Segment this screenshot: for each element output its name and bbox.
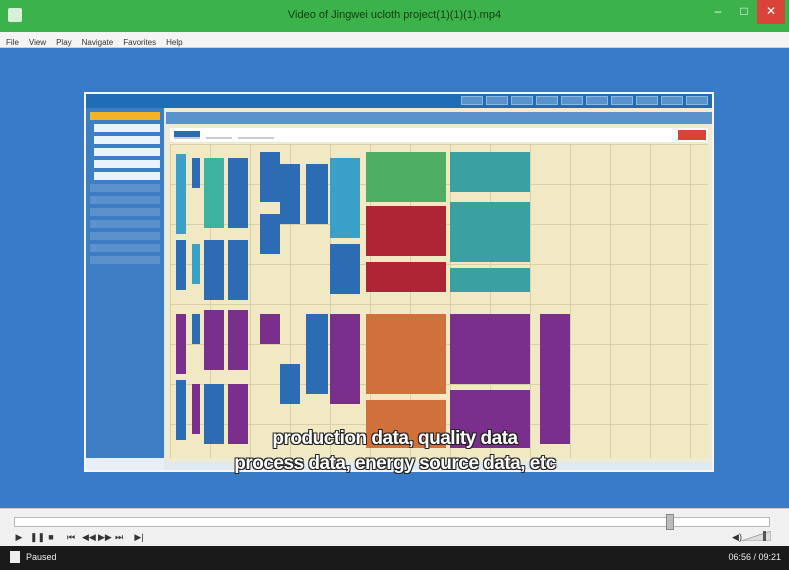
forward-button[interactable]: ▶▶ (98, 532, 112, 542)
video-tab (206, 131, 232, 139)
video-data-block (228, 310, 248, 370)
pause-button[interactable]: ❚❚ (30, 532, 45, 542)
video-data-grid (170, 144, 708, 458)
video-data-block (366, 206, 446, 256)
video-sidebar-item (90, 244, 160, 252)
video-data-block (260, 314, 280, 344)
video-app-sidebar (86, 108, 164, 462)
window-title: Video of Jingwei ucloth project(1)(1)(1)… (287, 9, 502, 21)
subtitle-line-2: process data, energy source data, etc (234, 453, 556, 474)
video-data-block (176, 314, 186, 374)
previous-button[interactable]: ⏮ (66, 532, 76, 542)
video-data-block (306, 164, 328, 224)
maximize-button[interactable]: □ (731, 0, 757, 24)
video-data-block (204, 158, 224, 228)
play-button[interactable]: ▶ (14, 532, 24, 542)
menu-file[interactable]: File (0, 35, 23, 47)
video-app-main (166, 108, 712, 462)
video-sidebar-item (90, 220, 160, 228)
playback-state: Paused (26, 552, 57, 562)
video-data-block (280, 364, 300, 404)
menu-bar: File View Play Navigate Favorites Help (0, 32, 789, 48)
video-sidebar-item (90, 208, 160, 216)
video-sidebar-item (94, 148, 160, 156)
video-sidebar-item (90, 256, 160, 264)
frame-step-button[interactable]: ▶| (134, 532, 144, 542)
video-nav-tab (486, 96, 508, 105)
video-data-block (260, 152, 280, 202)
video-nav-tab (561, 96, 583, 105)
stop-button[interactable]: ■ (46, 532, 56, 542)
video-main-tabs (170, 128, 708, 142)
status-bar: Paused 06:56 / 09:21 (0, 546, 789, 570)
seek-bar[interactable] (14, 514, 770, 530)
video-sidebar-item (90, 196, 160, 204)
video-data-block (260, 214, 280, 254)
video-data-block (330, 244, 360, 294)
video-data-block (330, 158, 360, 238)
next-button[interactable]: ⏭ (114, 532, 124, 542)
video-sidebar-item (94, 172, 160, 180)
video-frame-content (84, 92, 714, 472)
volume-slider[interactable] (741, 531, 771, 541)
seek-thumb[interactable] (666, 514, 674, 530)
video-data-block (306, 314, 328, 394)
video-sidebar-item (94, 136, 160, 144)
menu-view[interactable]: View (23, 35, 50, 47)
video-data-block (192, 158, 200, 188)
video-sidebar-item (90, 232, 160, 240)
player-controls: ▶ ❚❚ ■ ⏮ ◀◀ ▶▶ ⏭ ▶| ◀) (0, 508, 789, 546)
menu-play[interactable]: Play (50, 35, 76, 47)
video-nav-tab (461, 96, 483, 105)
video-nav-tab (661, 96, 683, 105)
video-data-block (450, 152, 530, 192)
video-sidebar-item (94, 124, 160, 132)
video-nav-tab (611, 96, 633, 105)
video-nav-tab (686, 96, 708, 105)
video-data-block (366, 262, 446, 292)
video-data-block (192, 244, 200, 284)
video-data-block (204, 310, 224, 370)
menu-navigate[interactable]: Navigate (76, 35, 118, 47)
video-data-block (450, 314, 530, 384)
video-data-block (176, 240, 186, 290)
subtitle-line-1: production data, quality data (272, 428, 518, 449)
video-sidebar-item (90, 112, 160, 120)
video-data-block (450, 202, 530, 262)
menu-help[interactable]: Help (160, 35, 186, 47)
video-nav-tab (586, 96, 608, 105)
video-data-block (192, 314, 200, 344)
video-data-block (192, 384, 200, 434)
video-nav-tab (636, 96, 658, 105)
video-nav-tab (536, 96, 558, 105)
minimize-button[interactable]: – (705, 0, 731, 24)
video-data-block (366, 314, 446, 394)
video-nav-tab (511, 96, 533, 105)
video-app-nav (461, 96, 708, 105)
video-data-block (366, 152, 446, 202)
video-sidebar-item (94, 160, 160, 168)
video-main-title-bar (166, 112, 712, 124)
video-data-block (204, 240, 224, 300)
video-app-header (86, 94, 712, 108)
video-sidebar-item (90, 184, 160, 192)
pause-status-icon (10, 551, 20, 563)
rewind-button[interactable]: ◀◀ (82, 532, 96, 542)
video-tab (238, 131, 274, 139)
video-display[interactable]: production data, quality data process da… (10, 50, 780, 508)
video-red-button (678, 130, 706, 140)
video-data-block (228, 158, 248, 228)
close-button[interactable]: ✕ (757, 0, 785, 24)
video-data-block (330, 314, 360, 404)
title-bar[interactable]: Video of Jingwei ucloth project(1)(1)(1)… (0, 0, 789, 32)
video-data-block (228, 240, 248, 300)
time-readout: 06:56 / 09:21 (728, 552, 781, 562)
menu-favorites[interactable]: Favorites (117, 35, 160, 47)
video-data-block (540, 314, 570, 444)
video-data-block (176, 154, 186, 234)
media-player-window: Video of Jingwei ucloth project(1)(1)(1)… (0, 0, 789, 570)
video-tab (174, 131, 200, 139)
video-data-block (450, 268, 530, 292)
video-data-block (280, 164, 300, 224)
